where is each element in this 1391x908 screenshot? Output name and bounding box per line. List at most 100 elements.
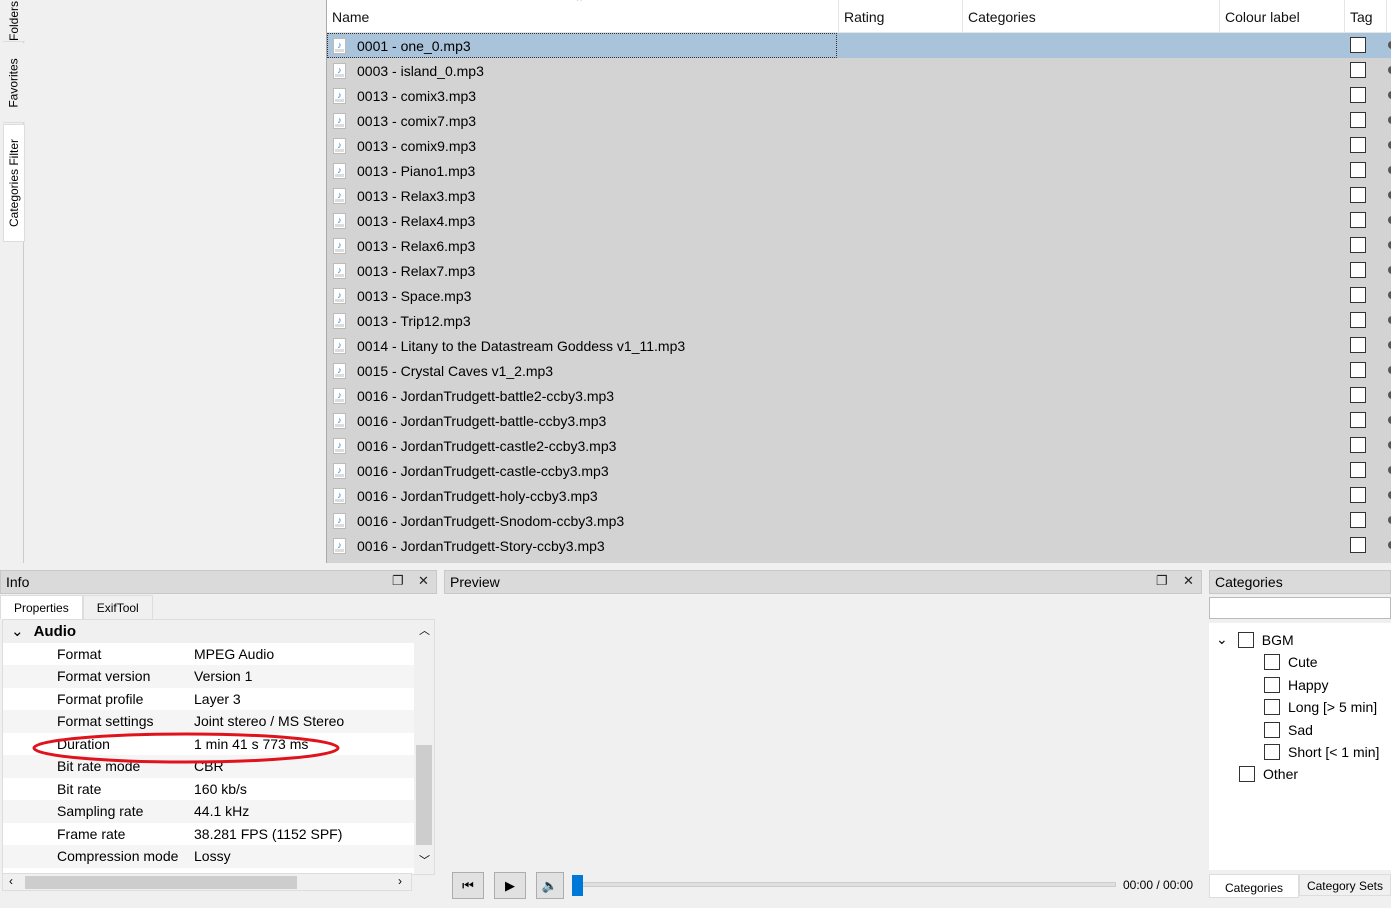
tab-exiftool[interactable]: ExifTool bbox=[82, 595, 153, 619]
file-row[interactable]: ♪ 0013 - Piano1.mp3 bbox=[327, 158, 1391, 183]
file-row[interactable]: ♪ 0013 - Space.mp3 bbox=[327, 283, 1391, 308]
group-audio[interactable]: ⌄ Audio bbox=[3, 620, 415, 643]
column-rating[interactable]: Rating bbox=[839, 0, 963, 32]
file-list[interactable]: Name Rating Categories Colour label Tag … bbox=[326, 0, 1391, 563]
file-row[interactable]: ♪ 0013 - comix7.mp3 bbox=[327, 108, 1391, 133]
property-row[interactable]: Format settings Joint stereo / MS Stereo bbox=[3, 710, 415, 733]
tag-checkbox[interactable] bbox=[1350, 212, 1366, 228]
category-item[interactable]: Happy bbox=[1264, 676, 1329, 693]
category-item[interactable]: Cute bbox=[1264, 654, 1318, 670]
file-row[interactable]: ♪ 0014 - Litany to the Datastream Goddess… bbox=[327, 333, 1391, 358]
tag-checkbox[interactable] bbox=[1350, 412, 1366, 428]
file-row[interactable]: ♪ 0003 - island_0.mp3 bbox=[327, 58, 1391, 83]
column-categories[interactable]: Categories bbox=[963, 0, 1220, 32]
tag-checkbox[interactable] bbox=[1350, 437, 1366, 453]
category-search-input[interactable] bbox=[1209, 597, 1391, 619]
chevron-down-icon[interactable]: ⌄ bbox=[1216, 631, 1228, 648]
property-row[interactable]: Frame rate 38.281 FPS (1152 SPF) bbox=[3, 823, 415, 846]
property-row[interactable]: Format profile Layer 3 bbox=[3, 688, 415, 711]
vertical-scrollbar[interactable]: ︿ ﹀ bbox=[414, 620, 434, 874]
file-row[interactable]: ♪ 0016 - JordanTrudgett-Story-ccby3.mp3 bbox=[327, 533, 1391, 558]
side-tab-favorites[interactable]: Favorites bbox=[3, 43, 25, 123]
file-row[interactable]: ♪ 0013 - Relax4.mp3 bbox=[327, 208, 1391, 233]
scroll-left-icon[interactable]: ‹ bbox=[9, 874, 13, 888]
file-row[interactable]: ♪ 0013 - Trip12.mp3 bbox=[327, 308, 1391, 333]
scroll-up-icon[interactable]: ︿ bbox=[419, 622, 430, 638]
scroll-thumb[interactable] bbox=[25, 876, 297, 889]
tag-checkbox[interactable] bbox=[1350, 87, 1366, 103]
file-row[interactable]: ♪ 0013 - comix3.mp3 bbox=[327, 83, 1391, 108]
tab-categories[interactable]: Categories bbox=[1209, 874, 1299, 898]
category-item[interactable]: Long [> 5 min] bbox=[1264, 699, 1377, 715]
float-icon[interactable]: ❐ bbox=[392, 573, 404, 589]
file-row[interactable]: ♪ 0013 - Relax6.mp3 bbox=[327, 233, 1391, 258]
tag-checkbox[interactable] bbox=[1350, 137, 1366, 153]
tag-checkbox[interactable] bbox=[1350, 337, 1366, 353]
category-item-bgm[interactable]: ⌄ BGM bbox=[1216, 631, 1294, 648]
property-row[interactable]: Compression mode Lossy bbox=[3, 845, 415, 868]
play-button[interactable]: ▶ bbox=[494, 872, 526, 899]
tag-checkbox[interactable] bbox=[1350, 462, 1366, 478]
close-icon[interactable]: ✕ bbox=[1183, 573, 1194, 589]
category-item-other[interactable]: Other bbox=[1239, 766, 1298, 782]
checkbox[interactable] bbox=[1264, 721, 1280, 738]
file-row[interactable]: ♪ 0013 - Relax3.mp3 bbox=[327, 183, 1391, 208]
tag-checkbox[interactable] bbox=[1350, 262, 1366, 278]
scroll-right-icon[interactable]: › bbox=[398, 874, 402, 888]
file-row[interactable]: ♪ 0016 - JordanTrudgett-holy-ccby3.mp3 bbox=[327, 483, 1391, 508]
checkbox[interactable] bbox=[1264, 676, 1280, 693]
category-label: Short [< 1 min] bbox=[1288, 744, 1380, 760]
seek-bar[interactable] bbox=[576, 882, 1116, 887]
seek-thumb[interactable] bbox=[572, 875, 583, 896]
name-cell: ♪ 0015 - Crystal Caves v1_2.mp3 bbox=[327, 358, 837, 383]
close-icon[interactable]: ✕ bbox=[418, 573, 429, 589]
checkbox[interactable] bbox=[1264, 744, 1280, 760]
tag-checkbox[interactable] bbox=[1350, 512, 1366, 528]
file-row[interactable]: ♪ 0016 - JordanTrudgett-battle-ccby3.mp3 bbox=[327, 408, 1391, 433]
tag-checkbox[interactable] bbox=[1350, 362, 1366, 378]
file-row[interactable]: ♪ 0016 - JordanTrudgett-castle-ccby3.mp3 bbox=[327, 458, 1391, 483]
file-row[interactable]: ♪ 0013 - comix9.mp3 bbox=[327, 133, 1391, 158]
tag-checkbox[interactable] bbox=[1350, 287, 1366, 303]
tag-checkbox[interactable] bbox=[1350, 112, 1366, 128]
category-item[interactable]: Short [< 1 min] bbox=[1264, 744, 1379, 760]
tag-checkbox[interactable] bbox=[1350, 537, 1366, 553]
tag-checkbox[interactable] bbox=[1350, 162, 1366, 178]
property-row[interactable]: Bit rate 160 kb/s bbox=[3, 778, 415, 801]
column-tag[interactable]: Tag bbox=[1345, 0, 1387, 32]
checkbox[interactable] bbox=[1237, 631, 1254, 648]
horizontal-scrollbar[interactable]: ‹ › bbox=[2, 873, 412, 891]
tag-checkbox[interactable] bbox=[1350, 37, 1366, 53]
file-row[interactable]: ♪ 0016 - JordanTrudgett-castle2-ccby3.mp3 bbox=[327, 433, 1391, 458]
property-row[interactable]: Format MPEG Audio bbox=[3, 643, 415, 666]
file-row[interactable]: ♪ 0013 - Relax7.mp3 bbox=[327, 258, 1391, 283]
category-label: Happy bbox=[1288, 676, 1329, 693]
property-row[interactable]: Format version Version 1 bbox=[3, 665, 415, 688]
volume-button[interactable]: 🔈 bbox=[536, 872, 564, 899]
tag-checkbox[interactable] bbox=[1350, 487, 1366, 503]
tab-properties[interactable]: Properties bbox=[0, 595, 83, 619]
property-row[interactable]: Sampling rate 44.1 kHz bbox=[3, 800, 415, 823]
tag-checkbox[interactable] bbox=[1350, 237, 1366, 253]
file-row[interactable]: ♪ 0015 - Crystal Caves v1_2.mp3 bbox=[327, 358, 1391, 383]
skip-back-button[interactable]: ⏮ bbox=[452, 872, 484, 899]
scroll-thumb[interactable] bbox=[416, 745, 432, 845]
category-item[interactable]: Sad bbox=[1264, 721, 1313, 738]
float-icon[interactable]: ❐ bbox=[1156, 573, 1168, 589]
side-tab-folders[interactable]: Folders bbox=[3, 0, 25, 42]
column-name[interactable]: Name bbox=[327, 0, 839, 32]
tag-checkbox[interactable] bbox=[1350, 312, 1366, 328]
file-row[interactable]: ♪ 0016 - JordanTrudgett-Snodom-ccby3.mp3 bbox=[327, 508, 1391, 533]
file-row[interactable]: ♪ 0001 - one_0.mp3 bbox=[327, 33, 1391, 58]
side-tab-categories-filter[interactable]: Categories Filter bbox=[3, 124, 25, 242]
checkbox[interactable] bbox=[1239, 766, 1255, 782]
checkbox[interactable] bbox=[1264, 654, 1280, 670]
checkbox[interactable] bbox=[1264, 699, 1280, 715]
tag-checkbox[interactable] bbox=[1350, 62, 1366, 78]
scroll-down-icon[interactable]: ﹀ bbox=[419, 852, 430, 868]
tag-checkbox[interactable] bbox=[1350, 187, 1366, 203]
tag-checkbox[interactable] bbox=[1350, 387, 1366, 403]
column-colour-label[interactable]: Colour label bbox=[1220, 0, 1345, 32]
tab-category-sets[interactable]: Category Sets bbox=[1299, 874, 1391, 896]
file-row[interactable]: ♪ 0016 - JordanTrudgett-battle2-ccby3.mp3 bbox=[327, 383, 1391, 408]
